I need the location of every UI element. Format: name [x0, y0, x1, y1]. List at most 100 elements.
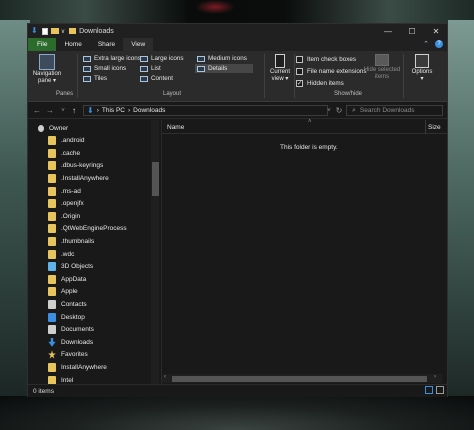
column-divider[interactable]	[425, 120, 426, 134]
horizontal-scrollbar-thumb[interactable]	[172, 376, 427, 382]
breadcrumb-downloads[interactable]: Downloads	[133, 107, 165, 114]
hide-selected-items-button[interactable]: Hide selected items	[362, 54, 402, 81]
recent-locations-button[interactable]: ˅	[58, 105, 68, 116]
tab-home[interactable]: Home	[56, 38, 89, 51]
navigation-pane: Owner .android .cache .dbus-keyrings .Instal…	[28, 120, 160, 384]
options-dropdown-arrow: ▾	[420, 76, 424, 82]
tabbar-right: ⌃ ?	[423, 40, 443, 48]
minimize-button[interactable]: —	[376, 24, 400, 38]
nav-item[interactable]: .QtWebEngineProcess	[48, 223, 127, 235]
download-arrow-icon[interactable]: ⬇	[31, 27, 38, 35]
address-input[interactable]: ⬇ › This PC › Downloads	[83, 105, 328, 116]
close-button[interactable]: ✕	[424, 24, 448, 38]
tab-view[interactable]: View	[123, 38, 154, 51]
file-name-extensions-toggle[interactable]: File name extensions	[296, 68, 367, 75]
nav-item[interactable]: Documents	[48, 324, 94, 336]
nav-item[interactable]: .dbus-keyrings	[48, 160, 103, 172]
title-folder-icon	[69, 28, 77, 34]
new-folder-icon[interactable]	[50, 28, 59, 34]
maximize-button[interactable]: ☐	[400, 24, 424, 38]
large-icons-view-toggle[interactable]	[436, 386, 444, 394]
navigation-pane-label-1: Navigation	[32, 71, 62, 77]
layout-large-icons[interactable]: Large icons	[138, 54, 186, 63]
folder-icon	[48, 173, 56, 183]
layout-tiles[interactable]: Tiles	[81, 74, 109, 83]
options-button[interactable]: Options ▾	[406, 54, 438, 83]
nav-item[interactable]: .wdc	[48, 248, 74, 260]
forward-button[interactable]: →	[45, 105, 55, 116]
ribbon-divider	[294, 54, 295, 98]
current-view-label-2: view ▾	[271, 76, 289, 82]
nav-item[interactable]: Owner	[38, 122, 68, 134]
layout-details[interactable]: Details	[195, 64, 253, 73]
breadcrumb-this-pc[interactable]: This PC	[102, 107, 125, 114]
hidden-items-checkbox[interactable]: ✓	[296, 80, 303, 87]
address-dropdown-button[interactable]: ˅	[324, 105, 334, 116]
up-button[interactable]: ↑	[69, 105, 79, 116]
nav-item[interactable]: .thumbnails	[48, 235, 94, 247]
tab-file[interactable]: File	[28, 38, 57, 51]
nav-item[interactable]: .openjfx	[48, 198, 84, 210]
nav-item[interactable]: Desktop	[48, 311, 85, 323]
nav-item[interactable]: Favorites	[48, 349, 88, 361]
wallpaper-bottom	[0, 396, 474, 430]
ribbon-divider	[264, 54, 265, 98]
item-check-boxes-toggle[interactable]: Item check boxes	[296, 56, 356, 63]
properties-icon[interactable]	[41, 27, 48, 35]
nav-item[interactable]: Apple	[48, 286, 78, 298]
folder-icon	[48, 362, 56, 372]
ribbon-view: Navigation pane ▾ Panes Extra large icon…	[28, 51, 447, 102]
nav-item-label: .ms-ad	[61, 187, 81, 195]
hide-selected-label-1: Hide selected	[363, 67, 401, 73]
layout-extra-large-icons[interactable]: Extra large icons	[81, 54, 143, 63]
nav-item[interactable]: .android	[48, 135, 85, 147]
nav-item[interactable]: AppData	[48, 273, 86, 285]
wallpaper-right-sleeve	[448, 20, 474, 410]
search-icon: ⌕	[352, 106, 356, 114]
nav-item[interactable]: InstallAnywhere	[48, 361, 107, 373]
nav-item-label: .openjfx	[61, 200, 84, 208]
contacts-icon	[48, 299, 56, 309]
ribbon-tabs: File Home Share View ⌃ ?	[28, 38, 447, 51]
layout-list[interactable]: List	[138, 64, 163, 73]
ribbon-divider	[77, 54, 78, 98]
layout-medium-icons[interactable]: Medium icons	[195, 54, 249, 63]
scroll-left-arrow[interactable]: ‹	[164, 374, 166, 380]
column-size[interactable]: Size	[428, 124, 441, 131]
back-button[interactable]: ←	[32, 105, 42, 116]
quick-access-dropdown[interactable]: ∨	[61, 28, 65, 35]
address-bar: ← → ˅ ↑ ⬇ › This PC › Downloads ˅ ↻ ⌕ Se…	[28, 102, 447, 119]
nav-item-label: Favorites	[61, 351, 88, 359]
nav-scrollbar[interactable]	[151, 120, 159, 384]
navigation-pane-button[interactable]: Navigation pane ▾	[30, 54, 64, 85]
refresh-button[interactable]: ↻	[334, 105, 344, 116]
hidden-items-toggle[interactable]: ✓ Hidden items	[296, 80, 344, 87]
layout-content[interactable]: Content	[138, 74, 175, 83]
sort-indicator: ˄	[308, 119, 312, 125]
nav-item[interactable]: .ms-ad	[48, 185, 81, 197]
help-icon[interactable]: ?	[435, 40, 443, 48]
details-view-toggle[interactable]	[425, 386, 433, 394]
layout-small-icons[interactable]: Small icons	[81, 64, 128, 73]
search-input[interactable]: ⌕ Search Downloads	[346, 105, 443, 116]
current-view-button[interactable]: Current view ▾	[266, 54, 294, 83]
file-name-extensions-checkbox[interactable]	[296, 68, 303, 75]
folder-icon	[48, 148, 56, 158]
collapse-ribbon-icon[interactable]: ⌃	[423, 40, 429, 48]
breadcrumb-sep: ›	[96, 107, 99, 114]
nav-item[interactable]: Downloads	[48, 336, 93, 348]
nav-item[interactable]: Contacts	[48, 298, 87, 310]
scroll-right-arrow[interactable]: ›	[434, 374, 436, 380]
nav-item[interactable]: .InstallAnywhere	[48, 172, 109, 184]
nav-item[interactable]: .Origin	[48, 210, 80, 222]
nav-item-label: 3D Objects	[61, 263, 94, 271]
large-icons-icon	[140, 55, 148, 62]
nav-item[interactable]: 3D Objects	[48, 261, 93, 273]
item-check-boxes-checkbox[interactable]	[296, 56, 303, 63]
tab-share[interactable]: Share	[90, 38, 123, 51]
nav-item[interactable]: .cache	[48, 147, 80, 159]
nav-item-label: .cache	[61, 149, 81, 157]
nav-scrollbar-thumb[interactable]	[152, 162, 159, 196]
nav-item[interactable]: Intel	[48, 374, 73, 384]
column-name[interactable]: Name	[167, 124, 184, 131]
